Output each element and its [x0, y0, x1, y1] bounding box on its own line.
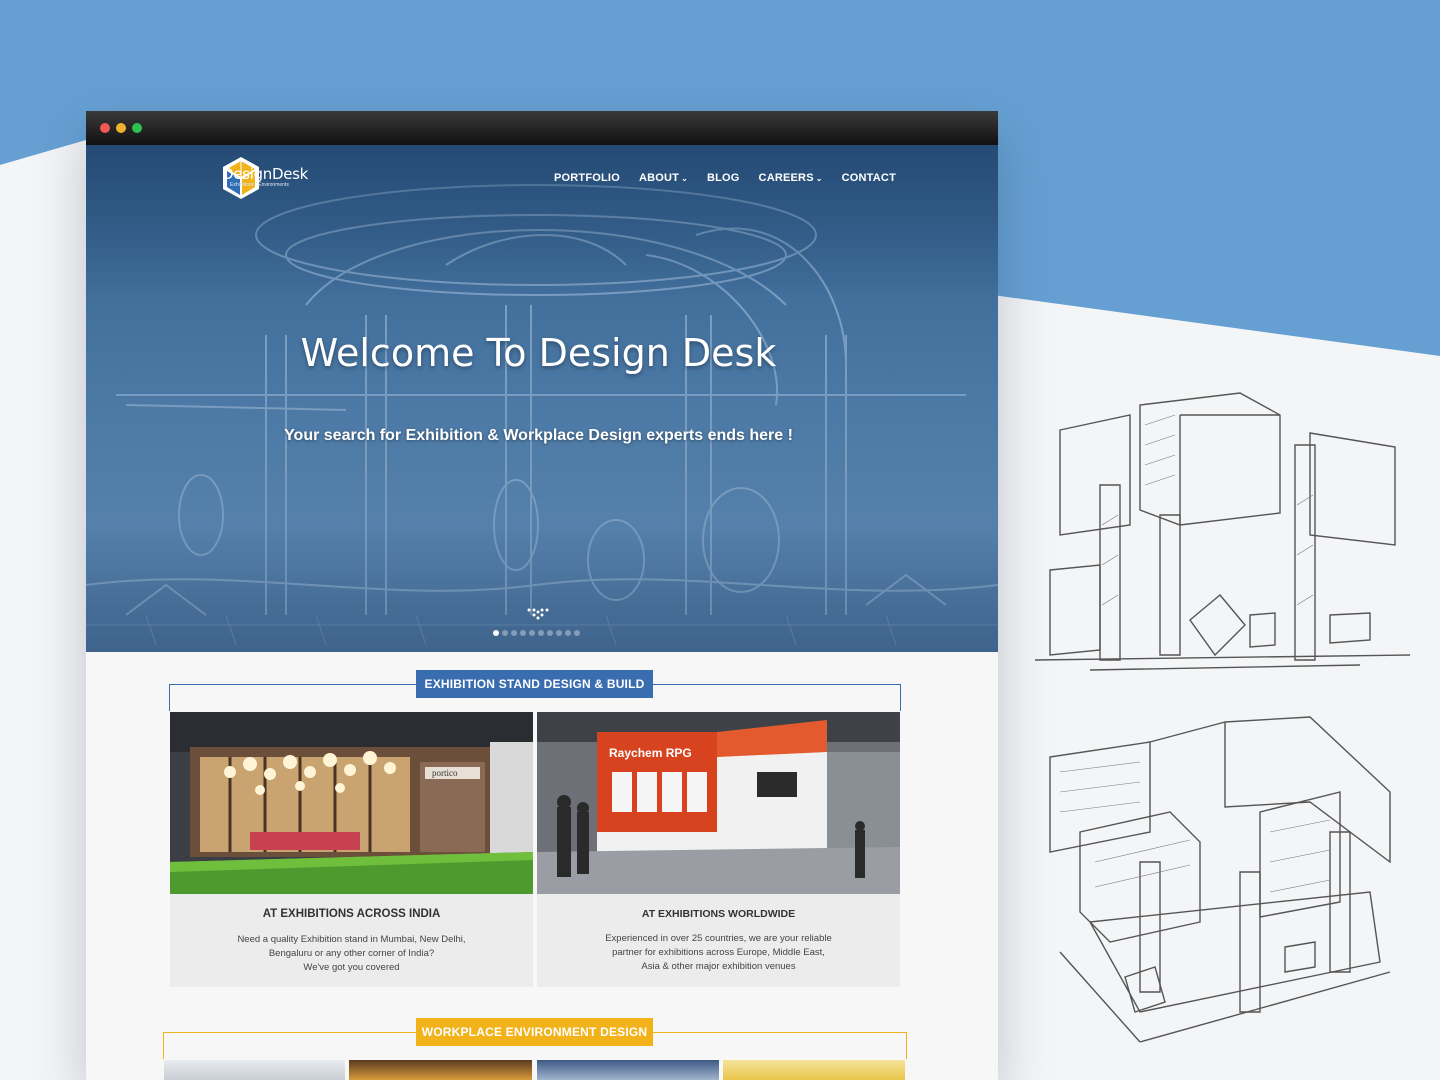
- card-line: partner for exhibitions across Europe, M…: [612, 947, 825, 958]
- nav-careers[interactable]: CAREERS ⌄: [759, 172, 823, 184]
- slider-dot[interactable]: [520, 630, 526, 636]
- scroll-down-icon[interactable]: [527, 607, 549, 624]
- maximize-window-button[interactable]: [132, 123, 142, 133]
- slider-dot[interactable]: [556, 630, 562, 636]
- workplace-image-3[interactable]: [537, 1060, 719, 1080]
- booth-sketch-illustration-1: [1034, 392, 1411, 671]
- workplace-image-4[interactable]: [723, 1060, 905, 1080]
- nav-about[interactable]: ABOUT ⌄: [639, 172, 688, 184]
- browser-mockup: DesignDesk Exhibitions | Environments PO…: [86, 111, 998, 1080]
- section-label-workplace: WORKPLACE ENVIRONMENT DESIGN: [416, 1018, 653, 1046]
- nav-portfolio[interactable]: PORTFOLIO: [554, 172, 620, 184]
- card-line: Need a quality Exhibition stand in Mumba…: [237, 934, 466, 945]
- hero-title: Welcome To Design Desk: [300, 331, 777, 375]
- chevron-down-icon: ⌄: [815, 173, 823, 183]
- booth-brand-portico: portico: [432, 768, 458, 778]
- exhibition-worldwide-image[interactable]: Raychem RPG: [537, 712, 900, 894]
- card-title: AT EXHIBITIONS ACROSS INDIA: [262, 908, 441, 920]
- nav-contact[interactable]: CONTACT: [842, 172, 896, 184]
- booth-sketch-illustration-2: [1049, 716, 1391, 1043]
- hero-subtitle: Your search for Exhibition & Workplace D…: [284, 427, 793, 444]
- card-line: Asia & other major exhibition venues: [641, 961, 796, 972]
- slider-dots: [493, 630, 580, 636]
- exhibition-india-image[interactable]: portico: [170, 712, 533, 894]
- nav-label: CAREERS: [758, 172, 814, 184]
- minimize-window-button[interactable]: [116, 123, 126, 133]
- hero-sketch-background: [86, 145, 998, 652]
- slider-dot[interactable]: [538, 630, 544, 636]
- section-label-exhibition: EXHIBITION STAND DESIGN & BUILD: [416, 670, 653, 698]
- slider-dot[interactable]: [574, 630, 580, 636]
- workplace-image-2[interactable]: [349, 1060, 532, 1080]
- main-nav: PORTFOLIO ABOUT ⌄ BLOG CAREERS ⌄ CONTACT: [554, 172, 896, 184]
- brand-tagline: Exhibitions | Environments: [230, 182, 289, 188]
- booth-brand-raychem: Raychem RPG: [609, 746, 692, 760]
- slider-dot[interactable]: [493, 630, 499, 636]
- card-exhibitions-worldwide[interactable]: AT EXHIBITIONS WORLDWIDE Experienced in …: [537, 894, 900, 987]
- nav-blog[interactable]: BLOG: [707, 172, 740, 184]
- nav-label: BLOG: [706, 172, 740, 184]
- nav-label: PORTFOLIO: [553, 172, 620, 184]
- card-line: Bengaluru or any other corner of India?: [268, 948, 435, 959]
- card-line: We've got you covered: [303, 962, 400, 973]
- slider-dot[interactable]: [511, 630, 517, 636]
- brand-name[interactable]: DesignDesk: [222, 165, 308, 183]
- hero-banner: DesignDesk Exhibitions | Environments PO…: [86, 145, 998, 652]
- slider-dot[interactable]: [547, 630, 553, 636]
- nav-label: ABOUT: [638, 172, 680, 184]
- close-window-button[interactable]: [100, 123, 110, 133]
- slider-dot[interactable]: [565, 630, 571, 636]
- card-line: Experienced in over 25 countries, we are…: [605, 933, 832, 944]
- card-description: Experienced in over 25 countries, we are…: [537, 932, 900, 974]
- card-title: AT EXHIBITIONS WORLDWIDE: [641, 908, 796, 920]
- slider-dot[interactable]: [529, 630, 535, 636]
- window-titlebar: [86, 111, 998, 145]
- card-description: Need a quality Exhibition stand in Mumba…: [170, 933, 533, 975]
- card-exhibitions-india[interactable]: AT EXHIBITIONS ACROSS INDIA Need a quali…: [170, 894, 533, 987]
- slider-dot[interactable]: [502, 630, 508, 636]
- workplace-image-1[interactable]: [164, 1060, 345, 1080]
- chevron-down-icon: ⌄: [681, 173, 688, 183]
- nav-label: CONTACT: [841, 172, 896, 184]
